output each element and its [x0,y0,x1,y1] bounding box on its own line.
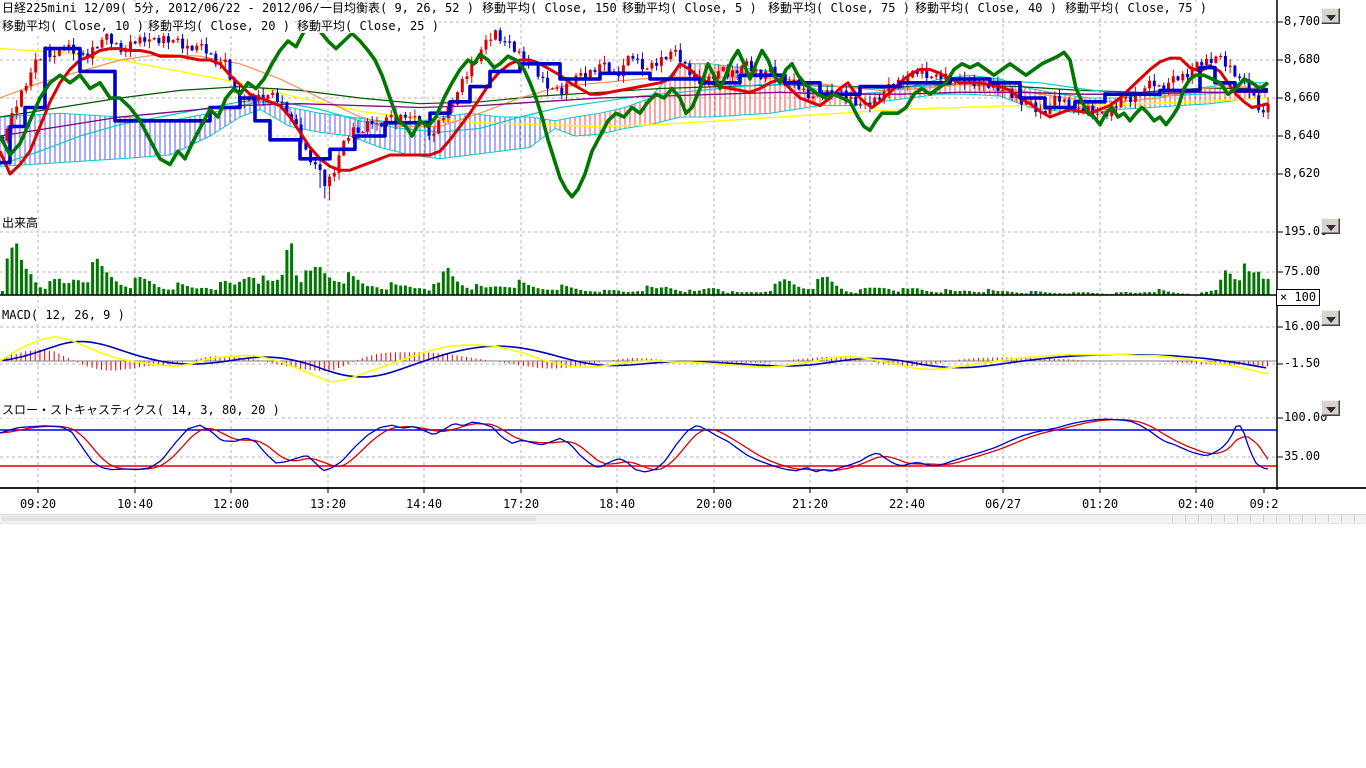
chevron-down-icon [1326,225,1336,231]
macd-pane-label: MACD( 12, 26, 9 ) [2,308,125,322]
chart-plot-area[interactable] [0,0,1366,530]
volume-pane-label: 出来高 [2,214,38,231]
volume-multiplier-badge: × 100 [1276,289,1320,306]
trading-app-window: 日経225mini 12/09( 5分, 2012/06/22 - 2012/0… [0,0,1366,768]
time-axis-label-10: 06/27 [985,497,1021,511]
time-axis-label-4: 14:40 [406,497,442,511]
chevron-down-icon [1326,317,1336,323]
time-axis-label-0: 09:20 [20,497,56,511]
horizontal-scrollbar[interactable] [0,514,1366,524]
chevron-down-icon [1326,15,1336,21]
time-axis-label-6: 18:40 [599,497,635,511]
time-axis-label-5: 17:20 [503,497,539,511]
time-axis-label-11: 01:20 [1082,497,1118,511]
time-axis-label-3: 13:20 [310,497,346,511]
chevron-down-icon [1326,407,1336,413]
scrollbar-ruler [1160,515,1366,522]
time-axis-label-7: 20:00 [696,497,732,511]
indicator-title-r2-2: 移動平均( Close, 25 ) [297,20,439,33]
y-axis-label-2: 8,660 [1284,90,1320,104]
indicator-title-r2-0: 移動平均( Close, 10 ) [2,20,144,33]
y-axis-label-10: 35.00 [1284,449,1320,463]
scrollbar-thumb[interactable] [2,516,536,521]
indicator-title-4: 移動平均( Close, 75 ) [768,2,910,15]
indicator-title-6: 移動平均( Close, 75 ) [1065,2,1207,15]
indicator-title-0: 日経225mini 12/09( 5分, 2012/06/22 - 2012/0… [2,2,349,15]
stoch-pane-label: スロー・ストキャスティクス( 14, 3, 80, 20 ) [2,401,280,418]
y-axis-label-8: -1.50 [1284,356,1320,370]
indicator-title-1: 一目均衡表( 9, 26, 52 ) [320,2,474,15]
indicator-title-3: 移動平均( Close, 5 ) [622,2,757,15]
pane-scale-dropdown-button-1[interactable] [1321,218,1340,234]
y-axis-label-3: 8,640 [1284,128,1320,142]
y-axis-label-4: 8,620 [1284,166,1320,180]
y-axis-label-1: 8,680 [1284,52,1320,66]
pane-scale-dropdown-button-0[interactable] [1321,8,1340,24]
time-axis-label-9: 22:40 [889,497,925,511]
y-axis-label-7: 16.00 [1284,319,1320,333]
time-axis-label-12: 02:40 [1178,497,1214,511]
y-axis-label-0: 8,700 [1284,14,1320,28]
pane-scale-dropdown-button-2[interactable] [1321,310,1340,326]
pane-scale-dropdown-button-3[interactable] [1321,400,1340,416]
time-axis-label-1: 10:40 [117,497,153,511]
indicator-title-2: 移動平均( Close, 150 ) [482,2,631,15]
time-axis-label-2: 12:00 [213,497,249,511]
y-axis-label-6: 75.00 [1284,264,1320,278]
time-axis-label-13: 09:2 [1250,497,1279,511]
indicator-title-5: 移動平均( Close, 40 ) [915,2,1057,15]
time-axis-label-8: 21:20 [792,497,828,511]
indicator-title-r2-1: 移動平均( Close, 20 ) [148,20,290,33]
